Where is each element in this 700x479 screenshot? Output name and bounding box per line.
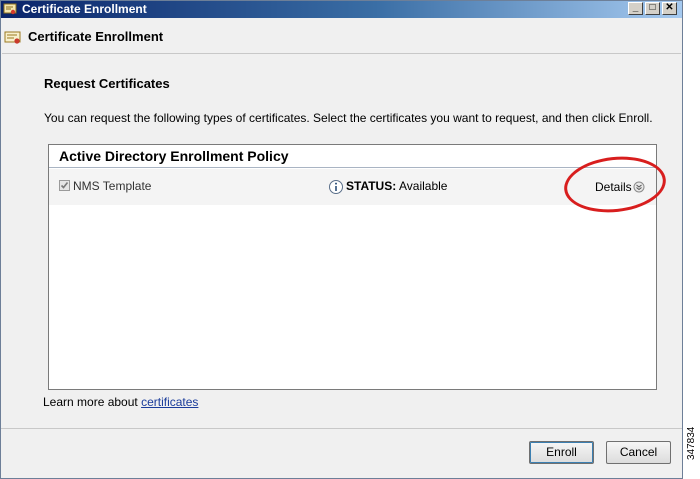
cancel-button[interactable]: Cancel <box>606 441 671 464</box>
wizard-title: Certificate Enrollment <box>28 29 164 44</box>
nms-template-checkbox[interactable] <box>59 180 70 191</box>
section-title: Request Certificates <box>44 76 170 91</box>
info-icon <box>329 180 343 194</box>
policy-title: Active Directory Enrollment Policy <box>59 148 289 164</box>
certificates-link[interactable]: certificates <box>141 395 198 409</box>
status-value: Available <box>399 179 448 193</box>
checkmark-icon <box>60 182 69 189</box>
certificate-app-icon <box>3 3 17 15</box>
minimize-button[interactable]: _ <box>628 2 643 15</box>
instructions-text: You can request the following types of c… <box>44 111 653 125</box>
certificate-icon <box>4 31 21 44</box>
minimize-icon: _ <box>632 2 639 13</box>
close-button[interactable]: ✕ <box>662 2 677 15</box>
figure-number: 347834 <box>686 426 697 460</box>
maximize-icon: □ <box>649 2 656 13</box>
status-label: STATUS: <box>346 179 397 193</box>
policy-header: Active Directory Enrollment Policy <box>49 145 656 168</box>
title-bar[interactable]: Certificate Enrollment _ □ ✕ <box>1 1 682 18</box>
window-title: Certificate Enrollment <box>22 2 147 16</box>
maximize-button[interactable]: □ <box>645 2 660 15</box>
learn-more-prefix: Learn more about <box>43 395 142 409</box>
enroll-button[interactable]: Enroll <box>529 441 594 464</box>
close-icon: ✕ <box>665 2 674 13</box>
certificate-enrollment-window: Certificate Enrollment _ □ ✕ Certificate… <box>0 0 683 479</box>
certificate-name: NMS Template <box>73 179 152 193</box>
footer-separator <box>1 428 682 429</box>
wizard-header: Certificate Enrollment <box>2 21 681 54</box>
learn-more-text: Learn more about certificates <box>43 395 198 409</box>
